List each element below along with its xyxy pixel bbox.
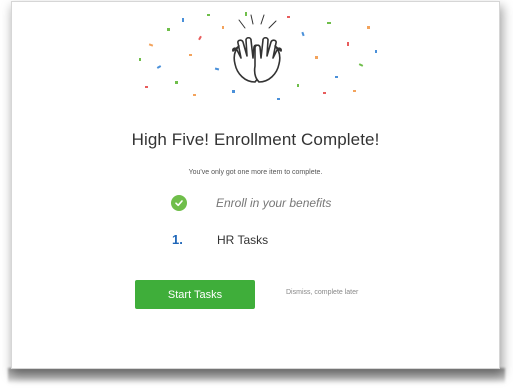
sparkle-lines-icon	[238, 14, 277, 29]
task-label: HR Tasks	[217, 232, 269, 247]
modal-title: High Five! Enrollment Complete!	[131, 130, 380, 149]
task-number: 1.	[172, 232, 183, 247]
screenshot-frame: High Five! Enrollment Complete! You've o…	[0, 0, 513, 389]
check-circle-icon	[171, 195, 187, 211]
enrollment-complete-modal: High Five! Enrollment Complete! You've o…	[12, 2, 499, 368]
high-five-illustration	[139, 12, 377, 100]
task-item-hr-tasks: 1. HR Tasks	[162, 232, 268, 247]
dismiss-link[interactable]: Dismiss, complete later	[286, 289, 358, 296]
task-item-benefits: Enroll in your benefits	[162, 195, 331, 211]
high-five-hands-icon	[232, 36, 282, 83]
modal-subtitle: You've only got one more item to complet…	[188, 169, 323, 176]
task-label: Enroll in your benefits	[216, 196, 332, 210]
start-tasks-button[interactable]: Start Tasks	[135, 280, 255, 309]
card-shadow	[8, 368, 505, 384]
